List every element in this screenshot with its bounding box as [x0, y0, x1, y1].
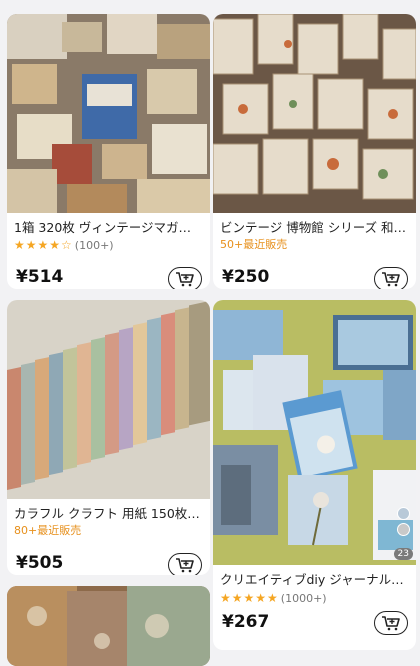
- add-to-cart-button[interactable]: [374, 267, 408, 289]
- rating-stars-icon: ★★★★★: [220, 591, 279, 605]
- product-image[interactable]: [7, 586, 210, 666]
- product-title[interactable]: カラフル クラフト 用紙 150枚…: [14, 506, 203, 522]
- image-count-badge: 23: [393, 548, 413, 560]
- product-title[interactable]: 1箱 320枚 ヴィンテージマガ…: [14, 220, 203, 236]
- color-variants[interactable]: [397, 507, 411, 539]
- product-card-3[interactable]: カラフル クラフト 用紙 150枚… 80+最近販売 ¥505: [7, 300, 210, 575]
- product-title[interactable]: ビンテージ 博物館 シリーズ 和…: [220, 220, 409, 236]
- rating: ★★★★☆ (100+): [14, 238, 114, 253]
- add-to-cart-icon: [382, 616, 400, 631]
- recent-sales: 80+最近販売: [14, 524, 82, 537]
- product-image[interactable]: [213, 14, 416, 213]
- variant-dot[interactable]: [397, 523, 410, 536]
- rating-count: (1000+): [280, 592, 327, 605]
- rating-count: (100+): [74, 239, 114, 252]
- product-card-5[interactable]: [7, 586, 210, 666]
- rating-stars-icon: ★★★★☆: [14, 238, 73, 252]
- product-card-2[interactable]: ビンテージ 博物館 シリーズ 和… 50+最近販売 ¥250: [213, 14, 416, 289]
- product-card-1[interactable]: 1箱 320枚 ヴィンテージマガ… ★★★★☆ (100+) ¥514: [7, 14, 210, 289]
- product-image[interactable]: [7, 14, 210, 213]
- product-price: ¥267: [222, 612, 270, 632]
- add-to-cart-button[interactable]: [374, 611, 408, 635]
- rating: ★★★★★ (1000+): [220, 591, 327, 606]
- add-to-cart-button[interactable]: [168, 553, 202, 575]
- add-to-cart-button[interactable]: [168, 267, 202, 289]
- recent-sales: 50+最近販売: [220, 238, 288, 251]
- product-price: ¥514: [16, 267, 64, 287]
- product-image[interactable]: 23: [213, 300, 416, 565]
- product-price: ¥505: [16, 553, 64, 573]
- variant-dot[interactable]: [397, 507, 410, 520]
- product-image[interactable]: [7, 300, 210, 499]
- add-to-cart-icon: [176, 272, 194, 287]
- product-title[interactable]: クリエイティブdiy ジャーナル…: [220, 572, 409, 588]
- add-to-cart-icon: [176, 558, 194, 573]
- product-price: ¥250: [222, 267, 270, 287]
- add-to-cart-icon: [382, 272, 400, 287]
- product-card-4[interactable]: 23 クリエイティブdiy ジャーナル… ★★★★★ (1000+) ¥267: [213, 300, 416, 650]
